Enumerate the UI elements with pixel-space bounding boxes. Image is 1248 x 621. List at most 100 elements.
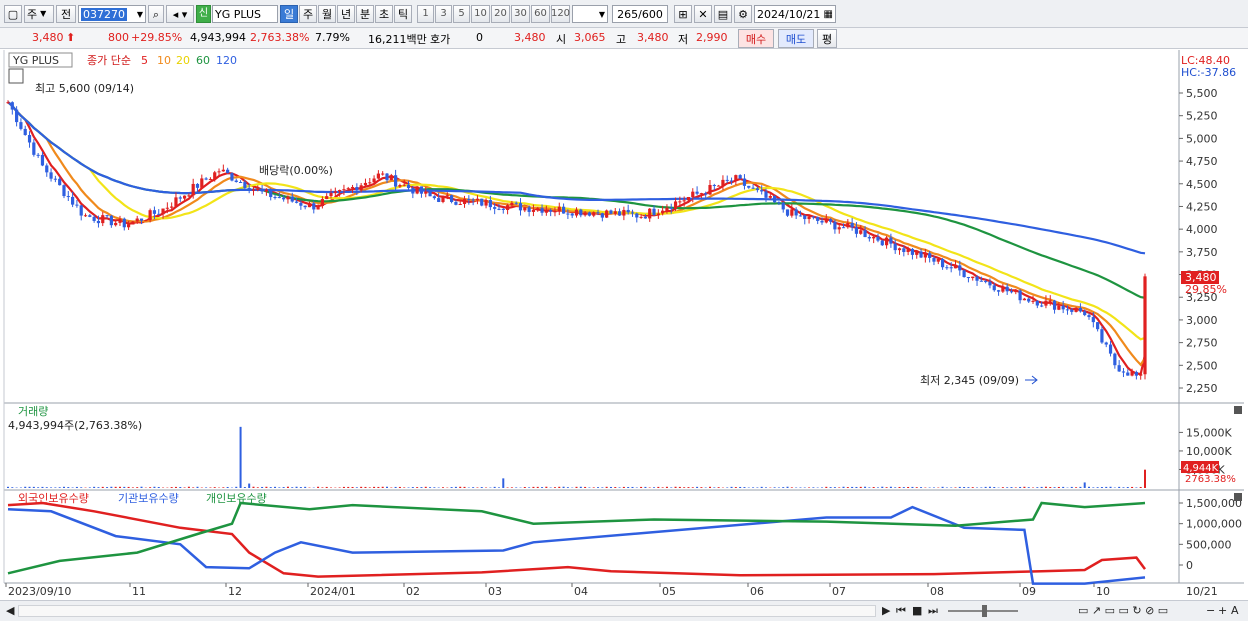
- volume-bar: [532, 486, 535, 488]
- sound-icon[interactable]: ◂ ▾: [166, 5, 194, 23]
- candle-body: [114, 222, 118, 226]
- stop-icon[interactable]: ■: [912, 604, 922, 618]
- sell-button[interactable]: 매도: [778, 29, 814, 48]
- minute-3-button[interactable]: 3: [435, 5, 452, 23]
- candle-body: [712, 185, 716, 187]
- candle-body: [182, 195, 187, 199]
- candle-body: [346, 188, 350, 190]
- minute-120-button[interactable]: 120: [551, 5, 570, 23]
- candle-body: [699, 193, 703, 195]
- volume-bar: [235, 486, 238, 488]
- zoom-in-icon[interactable]: +: [1218, 604, 1227, 618]
- volume-bar: [553, 487, 556, 488]
- volume-bar: [614, 487, 617, 488]
- save-icon[interactable]: ▤: [714, 5, 732, 23]
- volume-bar: [45, 487, 48, 488]
- trade-amount: 16,211백만: [368, 33, 427, 46]
- rewind-icon[interactable]: ⏮: [896, 604, 906, 618]
- volume-bar: [967, 487, 970, 488]
- candle-body: [734, 175, 738, 181]
- tab-weekly[interactable]: 주: [299, 5, 317, 23]
- stock-name-field[interactable]: YG PLUS: [212, 5, 278, 23]
- candle-body: [467, 198, 471, 200]
- draw-tool-icon[interactable]: ✕: [694, 5, 712, 23]
- minute-30-button[interactable]: 30: [511, 5, 530, 23]
- tab-minute[interactable]: 분: [356, 5, 374, 23]
- candle-body: [402, 184, 406, 186]
- candle-body: [1087, 315, 1091, 318]
- price-axis-label: 2,500: [1186, 359, 1218, 372]
- volume-bar: [386, 486, 388, 488]
- candle-body: [648, 208, 652, 219]
- crosshair-tool-icon[interactable]: [8, 68, 24, 84]
- volume-bar: [1044, 486, 1047, 488]
- minute-5-button[interactable]: 5: [453, 5, 470, 23]
- candle-body: [721, 179, 725, 186]
- volume-bar: [136, 487, 139, 488]
- panel-close-icon[interactable]: [1234, 493, 1242, 501]
- volume-bar: [441, 487, 444, 488]
- buy-button[interactable]: 매수: [738, 29, 774, 48]
- volume-bar: [381, 486, 384, 488]
- minute-10-button[interactable]: 10: [471, 5, 490, 23]
- fast-forward-icon[interactable]: ⏭: [928, 604, 938, 618]
- date-input[interactable]: 2024/10/21 ▦: [754, 5, 836, 23]
- volume-bar: [812, 487, 815, 488]
- prev-button[interactable]: 전: [56, 5, 76, 23]
- chart-tool-icons[interactable]: ▭ ↗ ▭ ▭ ↻ ⊘ ▭: [1078, 604, 1168, 618]
- volume-bar: [838, 487, 841, 488]
- calendar-icon[interactable]: ▦: [824, 9, 833, 20]
- volume-bar: [403, 487, 406, 488]
- volume-bar: [657, 486, 660, 488]
- candle-body: [682, 200, 686, 202]
- tab-daily[interactable]: 일: [280, 5, 298, 23]
- tab-yearly[interactable]: 년: [337, 5, 355, 23]
- minute-20-button[interactable]: 20: [491, 5, 510, 23]
- period-select[interactable]: 주 ▼: [24, 5, 54, 23]
- minute-60-button[interactable]: 60: [531, 5, 550, 23]
- scroll-left-icon[interactable]: ◀: [6, 604, 14, 618]
- candle-body: [264, 189, 269, 192]
- volume-bar: [299, 487, 302, 488]
- stock-chart[interactable]: YG PLUS 종가 단순 5 10 20 60 120 LC:48.40 HC…: [0, 50, 1248, 600]
- volume-bar: [118, 486, 121, 488]
- tab-monthly[interactable]: 월: [318, 5, 336, 23]
- data-count-max: /600: [638, 7, 663, 21]
- zoom-slider-handle[interactable]: [982, 605, 987, 617]
- candle-body: [316, 206, 320, 210]
- scroll-right-icon[interactable]: ▶: [882, 604, 890, 618]
- hoga-label: 호가: [430, 33, 451, 46]
- gear-icon[interactable]: ⚙: [734, 5, 752, 23]
- volume-bar: [566, 487, 569, 488]
- minute-1-button[interactable]: 1: [417, 5, 434, 23]
- volume-bar: [364, 486, 367, 488]
- tab-second[interactable]: 초: [375, 5, 393, 23]
- candle-body: [152, 210, 157, 214]
- screen-menu-icon[interactable]: ▢: [4, 5, 22, 23]
- candle-body: [755, 188, 759, 191]
- stock-code-input[interactable]: 037270 ▼: [78, 5, 146, 23]
- volume-value: 4,943,994: [190, 31, 246, 44]
- data-count-field[interactable]: 265/600: [612, 5, 668, 23]
- main-toolbar: ▢ 주 ▼ 전 037270 ▼ ⌕ ◂ ▾ 신 YG PLUS 일 주 월 년 분…: [0, 0, 1248, 28]
- zoom-out-icon[interactable]: −: [1206, 604, 1215, 618]
- candle-body: [376, 173, 380, 179]
- candle-body: [96, 220, 101, 224]
- chevron-down-icon[interactable]: ▼: [137, 10, 143, 19]
- volume-tag-label: 4,944K: [1183, 463, 1219, 474]
- volume-bar: [157, 487, 160, 488]
- interval-select[interactable]: ▼: [572, 5, 608, 23]
- scroll-track[interactable]: [18, 605, 876, 617]
- volume-bar: [213, 487, 216, 488]
- candle-type-icon[interactable]: ⊞: [674, 5, 692, 23]
- candle-body: [437, 198, 441, 202]
- tab-tick[interactable]: 틱: [394, 5, 412, 23]
- search-icon[interactable]: ⌕: [148, 5, 164, 23]
- font-size-icon[interactable]: A: [1231, 604, 1239, 618]
- candle-body: [178, 197, 182, 199]
- volume-bar: [304, 486, 307, 488]
- current-price: 3,480: [32, 31, 64, 44]
- avg-button[interactable]: 평: [817, 29, 837, 48]
- candle-body: [66, 196, 70, 198]
- panel-close-icon[interactable]: [1234, 406, 1242, 414]
